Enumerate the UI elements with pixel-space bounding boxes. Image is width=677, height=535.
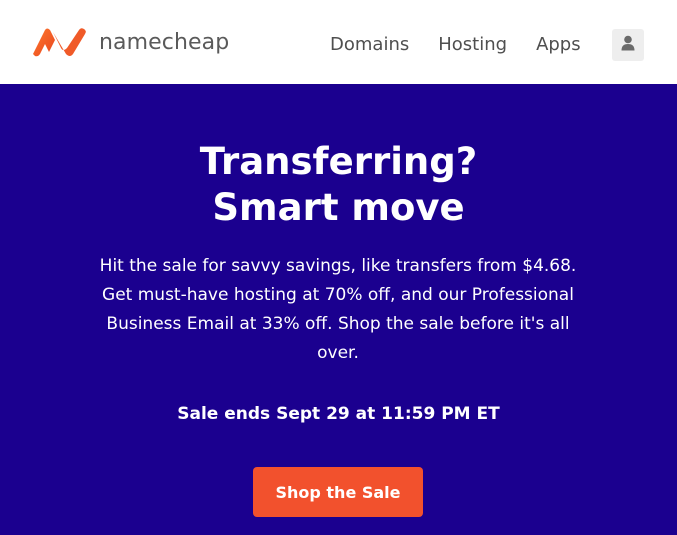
user-icon — [621, 35, 635, 55]
hero-title-line-1: Transferring? — [199, 140, 478, 183]
shop-the-sale-button[interactable]: Shop the Sale — [253, 467, 423, 517]
hero-description: Hit the sale for savvy savings, like tra… — [99, 256, 577, 363]
main-nav: Domains Hosting Apps — [330, 34, 581, 55]
promo-hero: Transferring? Smart move Hit the sale fo… — [0, 84, 677, 535]
nav-domains[interactable]: Domains — [330, 34, 409, 55]
namecheap-logo-icon — [31, 26, 91, 58]
nav-hosting[interactable]: Hosting — [438, 34, 507, 55]
nav-apps[interactable]: Apps — [536, 34, 581, 55]
account-button[interactable] — [612, 29, 644, 61]
sale-end-notice: Sale ends Sept 29 at 11:59 PM ET — [177, 404, 500, 424]
namecheap-logo[interactable]: namecheap — [31, 26, 229, 58]
site-header: namecheap Domains Hosting Apps — [0, 0, 677, 84]
hero-title: Transferring? Smart move — [0, 139, 677, 231]
brand-name: namecheap — [99, 29, 230, 55]
hero-title-line-2: Smart move — [212, 186, 465, 229]
